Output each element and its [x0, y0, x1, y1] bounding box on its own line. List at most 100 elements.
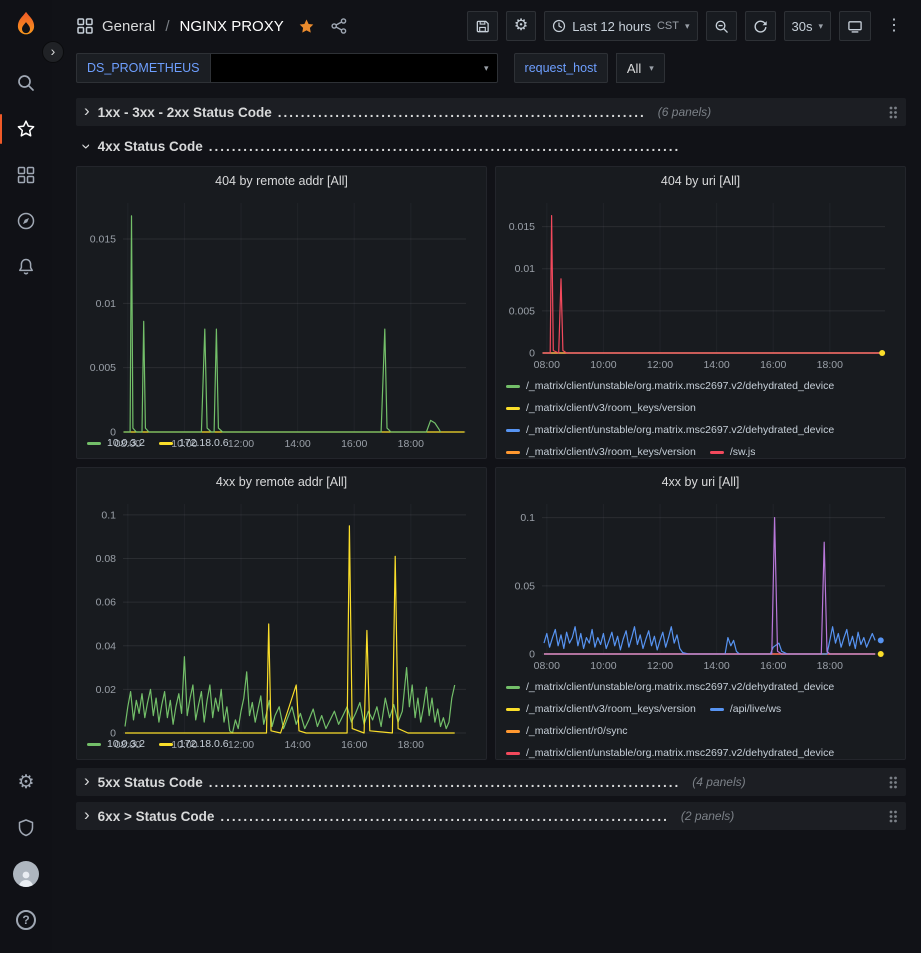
- svg-text:0.02: 0.02: [96, 684, 117, 696]
- svg-text:18:00: 18:00: [817, 359, 843, 371]
- svg-text:0.005: 0.005: [90, 362, 116, 374]
- sidebar-item-help[interactable]: ?: [0, 897, 52, 943]
- refresh-interval-dropdown[interactable]: 30s ▾: [784, 11, 832, 41]
- refresh-interval-value: 30s: [792, 19, 813, 34]
- panel-grid: 404 by remote addr [All] 08:0010:0012:00…: [76, 166, 906, 760]
- legend-swatch: [506, 407, 520, 410]
- sidebar-item-server-admin[interactable]: [0, 805, 52, 851]
- more-options-kebab-button[interactable]: ⋮: [879, 11, 909, 41]
- sidebar-expand-button[interactable]: ›: [42, 41, 64, 63]
- datasource-variable-label[interactable]: DS_PROMETHEUS: [76, 53, 210, 83]
- grafana-logo-icon[interactable]: [11, 10, 41, 40]
- request-host-variable-label[interactable]: request_host: [514, 53, 608, 83]
- svg-text:08:00: 08:00: [534, 359, 560, 371]
- legend-item[interactable]: 172.18.0.6: [159, 733, 229, 755]
- legend-swatch: [506, 730, 520, 733]
- legend-swatch: [506, 451, 520, 454]
- legend-item[interactable]: 10.0.3.2: [87, 432, 145, 454]
- row-drag-handle[interactable]: [888, 775, 898, 790]
- sidebar-item-search[interactable]: [0, 60, 52, 106]
- sidebar-item-dashboards[interactable]: [0, 152, 52, 198]
- dashboard-row-1xx-3xx-2xx[interactable]: › 1xx - 3xx - 2xx Status Code ..........…: [76, 98, 906, 126]
- breadcrumb-dashboard-title[interactable]: NGINX PROXY: [180, 18, 284, 35]
- legend-label: /api/live/ws: [730, 703, 781, 715]
- panel-404-by-uri: 404 by uri [All] 08:0010:0012:0014:0016:…: [495, 166, 906, 459]
- favorite-star-icon[interactable]: [298, 18, 315, 35]
- svg-text:12:00: 12:00: [647, 359, 673, 371]
- svg-text:12:00: 12:00: [647, 660, 673, 672]
- time-range-picker[interactable]: Last 12 hours CST ▾: [544, 11, 697, 41]
- legend-item[interactable]: /_matrix/client/v3/room_keys/version: [506, 441, 696, 459]
- legend-label: 10.0.3.2: [107, 437, 145, 449]
- top-navbar: General / NGINX PROXY ⚙: [52, 0, 921, 52]
- dashboard-row-5xx[interactable]: › 5xx Status Code ......................…: [76, 768, 906, 796]
- panel-chart: 08:0010:0012:0014:0016:0018:0000.0050.01…: [502, 195, 899, 373]
- dashboard-row-6xx[interactable]: › 6xx > Status Code ....................…: [76, 802, 906, 830]
- dashboard-settings-button[interactable]: ⚙: [506, 11, 536, 41]
- legend-item[interactable]: 172.18.0.6: [159, 432, 229, 454]
- legend-item[interactable]: 10.0.3.2: [87, 733, 145, 755]
- legend-label: /_matrix/client/v3/room_keys/version: [526, 446, 696, 458]
- share-icon[interactable]: [331, 18, 347, 34]
- apps-grid-icon[interactable]: [76, 17, 94, 35]
- panel-title[interactable]: 404 by remote addr [All]: [77, 167, 486, 195]
- legend-item[interactable]: /_matrix/client/unstable/org.matrix.msc2…: [506, 676, 834, 698]
- legend-item[interactable]: /sw.js: [710, 441, 756, 459]
- svg-text:16:00: 16:00: [760, 660, 786, 672]
- sidebar-item-explore[interactable]: [0, 198, 52, 244]
- svg-text:14:00: 14:00: [703, 660, 729, 672]
- legend-swatch: [159, 442, 173, 445]
- dashboard-row-4xx[interactable]: › 4xx Status Code ......................…: [76, 132, 906, 160]
- panel-title[interactable]: 404 by uri [All]: [496, 167, 905, 195]
- chart-svg: 08:0010:0012:0014:0016:0018:0000.020.040…: [83, 496, 480, 753]
- legend-item[interactable]: /_matrix/client/r0/sync: [506, 720, 628, 742]
- row-title-dots: ........................................…: [220, 809, 669, 824]
- sidebar-item-configuration[interactable]: ⚙: [0, 759, 52, 805]
- svg-text:0: 0: [529, 348, 535, 360]
- sidebar-item-alerting[interactable]: [0, 244, 52, 290]
- request-host-variable-dropdown[interactable]: All ▾: [616, 53, 665, 83]
- svg-text:0.04: 0.04: [96, 640, 117, 652]
- refresh-icon: [753, 19, 768, 34]
- legend-swatch: [87, 743, 101, 746]
- panel-title[interactable]: 4xx by uri [All]: [496, 468, 905, 496]
- breadcrumb-section[interactable]: General: [102, 18, 155, 35]
- panel-title[interactable]: 4xx by remote addr [All]: [77, 468, 486, 496]
- legend-item[interactable]: /_matrix/client/unstable/org.matrix.msc2…: [506, 419, 834, 441]
- panel-legend: 10.0.3.2 172.18.0.6: [77, 430, 486, 458]
- zoom-out-button[interactable]: [706, 11, 737, 41]
- sidebar-item-starred[interactable]: [0, 106, 52, 152]
- legend-swatch: [87, 442, 101, 445]
- refresh-button[interactable]: [745, 11, 776, 41]
- legend-swatch: [506, 752, 520, 755]
- sidebar-item-profile[interactable]: [0, 851, 52, 897]
- svg-text:0.005: 0.005: [509, 305, 535, 317]
- svg-text:0.015: 0.015: [90, 234, 116, 246]
- legend-item[interactable]: /api/live/ws: [710, 698, 781, 720]
- legend-swatch: [506, 708, 520, 711]
- legend-item[interactable]: /_matrix/client/unstable/org.matrix.msc2…: [506, 375, 834, 397]
- svg-text:0.01: 0.01: [515, 263, 536, 275]
- row-drag-handle[interactable]: [888, 809, 898, 824]
- chevron-right-icon: ›: [84, 772, 90, 792]
- row-drag-handle[interactable]: [888, 105, 898, 120]
- topbar-actions: ⚙ Last 12 hours CST ▾: [467, 11, 909, 41]
- legend-swatch: [506, 429, 520, 432]
- svg-text:0.1: 0.1: [101, 509, 116, 521]
- sidebar: ⚙ ?: [0, 0, 52, 953]
- search-icon: [16, 73, 36, 93]
- legend-item[interactable]: /_matrix/client/v3/room_keys/version: [506, 397, 696, 419]
- legend-item[interactable]: /_matrix/client/unstable/org.matrix.msc2…: [506, 742, 834, 760]
- panel-chart: 08:0010:0012:0014:0016:0018:0000.020.040…: [83, 496, 480, 731]
- row-panel-count: (2 panels): [681, 809, 734, 823]
- chevron-down-icon: ▾: [484, 63, 489, 74]
- svg-text:16:00: 16:00: [760, 359, 786, 371]
- chevron-down-icon: ›: [78, 143, 95, 149]
- legend-item[interactable]: /_matrix/client/v3/room_keys/version: [506, 698, 696, 720]
- tv-mode-button[interactable]: [839, 11, 871, 41]
- dashboard-body: › 1xx - 3xx - 2xx Status Code ..........…: [52, 90, 921, 953]
- save-dashboard-button[interactable]: [467, 11, 498, 41]
- panel-legend: 10.0.3.2 172.18.0.6: [77, 731, 486, 759]
- datasource-variable-dropdown[interactable]: ▾: [210, 53, 498, 83]
- svg-text:0: 0: [529, 649, 535, 661]
